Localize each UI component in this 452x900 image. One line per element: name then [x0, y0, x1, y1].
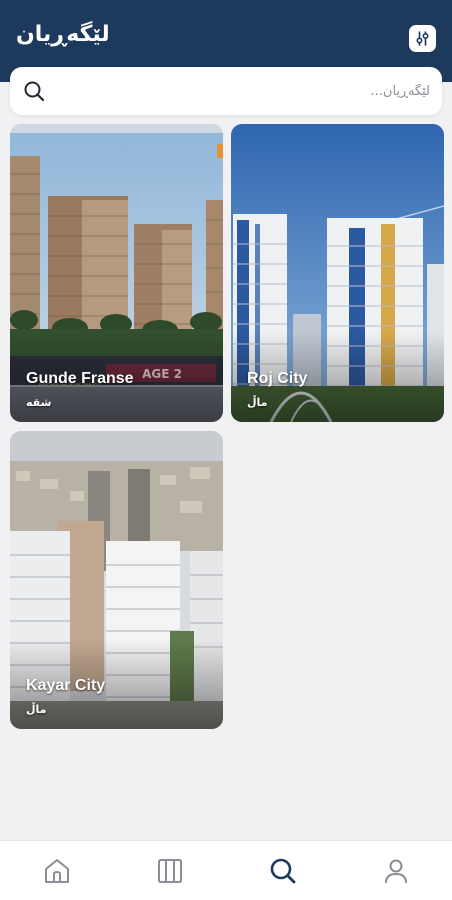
- search-bar: [10, 67, 442, 115]
- listing-name: Gunde Franse: [26, 370, 134, 387]
- listing-card[interactable]: Kayar City ماڵ: [10, 431, 223, 729]
- app-root: لێگەڕیان لێگەڕیان... Gunde Franse شقە Ro…: [0, 0, 452, 900]
- listing-type: شقە: [26, 396, 52, 409]
- page-title: لێگەڕیان: [16, 22, 110, 47]
- nav-search[interactable]: [263, 851, 303, 891]
- search-input[interactable]: [70, 75, 430, 107]
- listing-card[interactable]: AGE 2 PREMIUM BUILDINGS Gunde Franse شقە: [10, 124, 223, 422]
- search-icon[interactable]: [23, 80, 45, 102]
- home-icon: [45, 859, 69, 883]
- map-icon: [158, 859, 182, 883]
- listing-type: ماڵ: [26, 703, 47, 716]
- listing-card[interactable]: Roj City ماڵ: [231, 124, 444, 422]
- profile-icon: [385, 859, 407, 884]
- bottom-nav: [0, 840, 452, 900]
- listing-name: Kayar City: [26, 677, 106, 694]
- search-icon: [270, 858, 296, 884]
- listing-name: Roj City: [247, 370, 308, 387]
- filter-button[interactable]: [409, 25, 436, 52]
- filter-icon: [416, 31, 429, 46]
- nav-map[interactable]: [150, 851, 190, 891]
- nav-home[interactable]: [37, 851, 77, 891]
- nav-profile[interactable]: [376, 851, 416, 891]
- listing-type: ماڵ: [247, 396, 268, 409]
